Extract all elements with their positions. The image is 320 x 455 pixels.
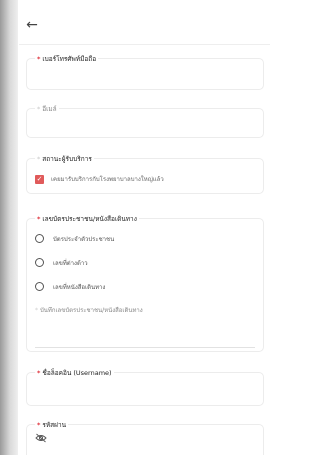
id-document-field: * เลขบัตรประชาชน/หนังสือเดินทาง บัตรประจำ… xyxy=(26,213,264,352)
username-label: * ชื่อล็อคอิน (Username) xyxy=(35,367,114,379)
radio-option-citizen-id[interactable]: บัตรประจำตัวประชาชน xyxy=(35,233,255,245)
email-field[interactable]: * อีเมล์ xyxy=(26,103,264,138)
id-number-input[interactable] xyxy=(35,347,255,348)
id-number-input-label-text: บันทึกเลขบัตรประชาชน/หนังสือเดินทาง xyxy=(40,307,143,314)
email-label-text: อีเมล์ xyxy=(42,105,57,113)
required-mark: * xyxy=(35,307,38,314)
radio-option-alien-id[interactable]: เลขที่ต่างด้าว xyxy=(35,257,255,269)
back-button[interactable]: ← xyxy=(21,14,43,36)
password-label: * รหัสผ่าน xyxy=(35,419,69,431)
top-bar-divider xyxy=(19,44,270,45)
id-document-label: * เลขบัตรประชาชน/หนังสือเดินทาง xyxy=(35,213,139,225)
id-number-input-label: * บันทึกเลขบัตรประชาชน/หนังสือเดินทาง xyxy=(35,305,143,315)
arrow-left-icon: ← xyxy=(26,17,38,33)
eye-slash-icon[interactable] xyxy=(35,433,47,443)
password-field[interactable]: * รหัสผ่าน xyxy=(26,419,264,455)
status-label-text: สถานะผู้รับบริการ xyxy=(42,155,92,163)
required-mark: * xyxy=(37,105,41,113)
required-mark: * xyxy=(37,369,41,377)
radio-option-label: บัตรประจำตัวประชาชน xyxy=(53,236,115,243)
radio-button[interactable] xyxy=(35,234,44,243)
username-field[interactable]: * ชื่อล็อคอิน (Username) xyxy=(26,367,264,406)
status-label: * สถานะผู้รับบริการ xyxy=(35,153,94,165)
id-document-label-text: เลขบัตรประชาชน/หนังสือเดินทาง xyxy=(42,215,137,223)
phone-label: * เบอร์โทรศัพท์มือถือ xyxy=(35,53,99,65)
radio-button[interactable] xyxy=(35,282,44,291)
existing-patient-checkbox[interactable]: ✓ xyxy=(35,175,44,184)
phone-field[interactable]: * เบอร์โทรศัพท์มือถือ xyxy=(26,53,264,90)
required-mark: * xyxy=(37,155,41,163)
check-icon: ✓ xyxy=(36,175,43,183)
status-field: * สถานะผู้รับบริการ ✓ เคยมารับบริการกับโร… xyxy=(26,153,264,194)
radio-option-label: เลขที่ต่างด้าว xyxy=(53,260,88,267)
radio-button[interactable] xyxy=(35,258,44,267)
required-mark: * xyxy=(37,421,41,429)
existing-patient-checkbox-label: เคยมารับบริการกับโรงพยาบาลบางใหญ่แล้ว xyxy=(51,176,164,183)
phone-label-text: เบอร์โทรศัพท์มือถือ xyxy=(42,55,97,63)
radio-option-label: เลขที่หนังสือเดินทาง xyxy=(53,284,106,291)
required-mark: * xyxy=(37,215,41,223)
background-shadow xyxy=(0,0,18,455)
radio-option-passport[interactable]: เลขที่หนังสือเดินทาง xyxy=(35,281,255,293)
email-label: * อีเมล์ xyxy=(35,103,59,115)
registration-screen: ← * เบอร์โทรศัพท์มือถือ * อีเมล์ * สถานะผู้… xyxy=(19,0,270,455)
password-label-text: รหัสผ่าน xyxy=(42,421,67,429)
required-mark: * xyxy=(37,55,41,63)
username-label-text: ชื่อล็อคอิน (Username) xyxy=(42,369,112,377)
top-bar: ← xyxy=(19,14,270,45)
